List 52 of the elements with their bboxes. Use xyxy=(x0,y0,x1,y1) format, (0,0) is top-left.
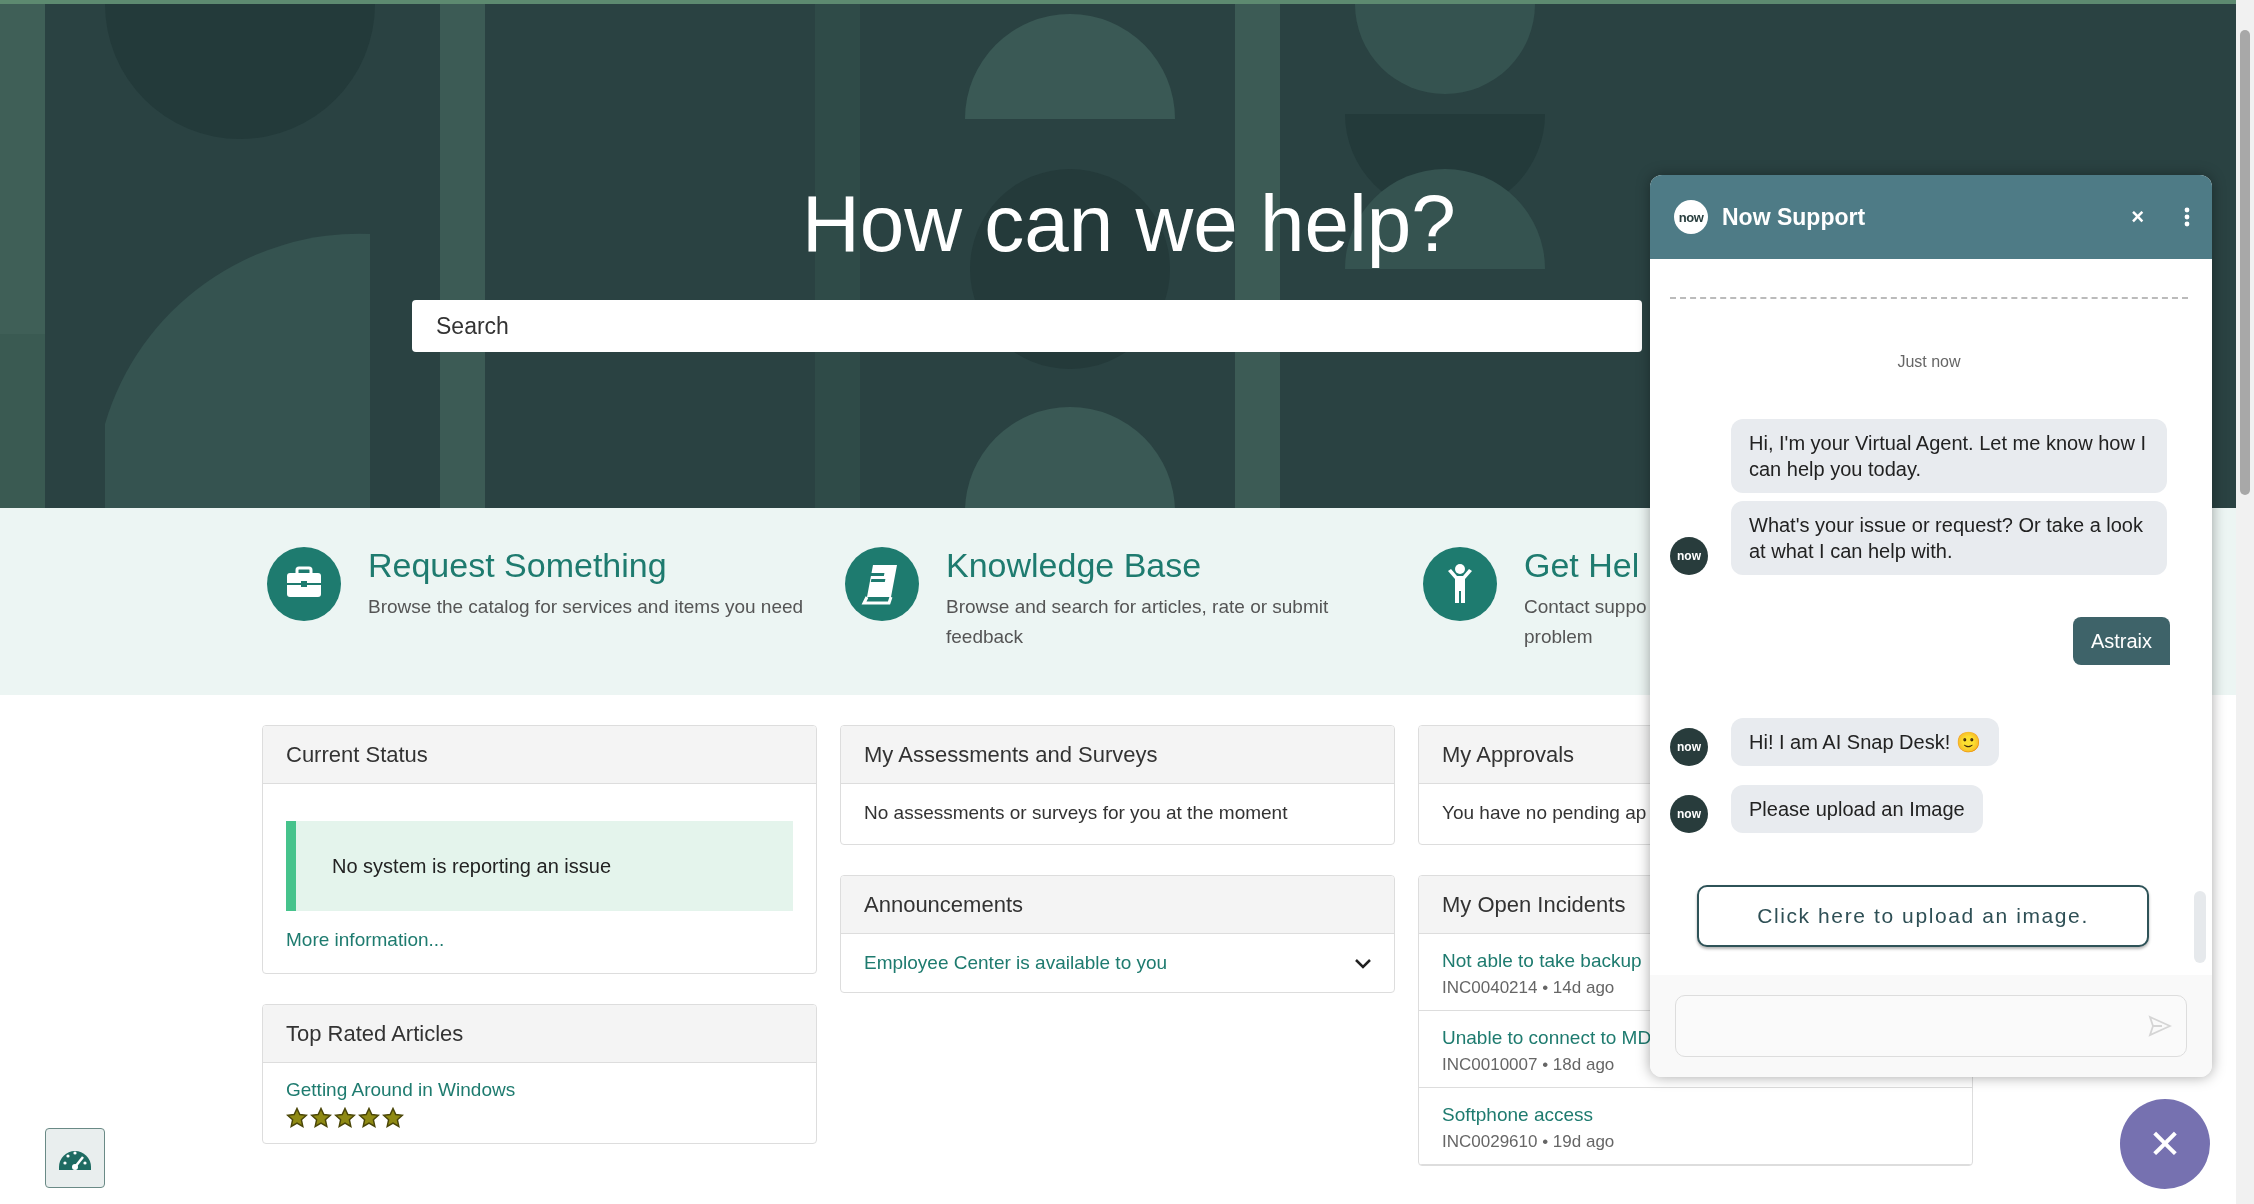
announcement-link[interactable]: Employee Center is available to you xyxy=(864,952,1168,974)
upload-image-button[interactable]: Click here to upload an image. xyxy=(1697,885,2149,947)
star-icon xyxy=(286,1107,308,1129)
star-icon xyxy=(334,1107,356,1129)
bot-message: Hi, I'm your Virtual Agent. Let me know how I can help you today. xyxy=(1731,419,2167,493)
star-icon xyxy=(310,1107,332,1129)
more-information-link[interactable]: More information... xyxy=(286,929,445,951)
bot-message: What's your issue or request? Or take a look at what I can help with. xyxy=(1731,501,2167,575)
chevron-icon[interactable] xyxy=(1354,956,1372,970)
scrollbar-thumb[interactable] xyxy=(2240,30,2250,495)
close-button[interactable]: × xyxy=(2125,204,2150,230)
person-icon xyxy=(1423,547,1497,621)
bot-avatar: now xyxy=(1670,728,1708,766)
incident-meta: INC0040214 • 14d ago xyxy=(1442,978,1615,998)
chat-title: Now Support xyxy=(1722,203,1867,231)
chat-scrollbar-thumb xyxy=(2194,891,2206,963)
article-link[interactable]: Getting Around in Windows xyxy=(286,1079,516,1100)
briefcase-icon xyxy=(267,547,341,621)
card-header: Top Rated Articles xyxy=(263,1005,816,1063)
incident-meta: INC0010007 • 18d ago xyxy=(1442,1055,1615,1075)
more-options-icon[interactable] xyxy=(2184,207,2190,227)
tile-description: Browse the catalog for services and items you need xyxy=(368,595,804,620)
bot-avatar: now xyxy=(1670,537,1708,575)
empty-message: You have no pending ap xyxy=(1442,802,1647,824)
bot-message: Hi! I am AI Snap Desk! 🙂 xyxy=(1731,718,1999,766)
empty-message: No assessments or surveys for you at the moment xyxy=(864,802,1288,824)
card-header: My Assessments and Surveys xyxy=(841,726,1394,784)
now-logo: now xyxy=(1674,200,1708,234)
tile-title-link[interactable]: Knowledge Base xyxy=(946,547,1202,585)
incident-link[interactable]: Unable to connect to MD xyxy=(1442,1027,1652,1049)
tile-title-link[interactable]: Get Hel xyxy=(1524,547,1640,585)
tile-title-link[interactable]: Request Something xyxy=(368,547,667,585)
card-header: Announcements xyxy=(841,876,1394,934)
incident-link[interactable]: Not able to take backup xyxy=(1442,950,1642,972)
search-field[interactable]: Search xyxy=(412,300,1642,352)
status-message: No system is reporting an issue xyxy=(286,821,793,911)
book-icon xyxy=(845,547,919,621)
tile-description: Browse and search for articles, rate or submit feedback xyxy=(946,595,1329,650)
star-icon xyxy=(358,1107,380,1129)
close-chat-button[interactable]: ✕ xyxy=(2120,1099,2210,1189)
send-icon xyxy=(2148,1015,2172,1037)
message-input-field[interactable] xyxy=(1675,995,2187,1057)
user-message: Astraix xyxy=(2072,617,2170,665)
tile-description: Contact suppo problem xyxy=(1524,595,1647,650)
bot-avatar: now xyxy=(1670,795,1708,833)
incident-meta: INC0029610 • 19d ago xyxy=(1442,1132,1615,1152)
bot-message: Please upload an Image xyxy=(1731,785,1983,833)
star-icon xyxy=(382,1107,404,1129)
chat-timestamp: Just now xyxy=(1897,353,1961,371)
card-header: Current Status xyxy=(263,726,816,784)
incident-link[interactable]: Softphone access xyxy=(1442,1104,1594,1126)
dashboard-button[interactable] xyxy=(45,1128,105,1188)
